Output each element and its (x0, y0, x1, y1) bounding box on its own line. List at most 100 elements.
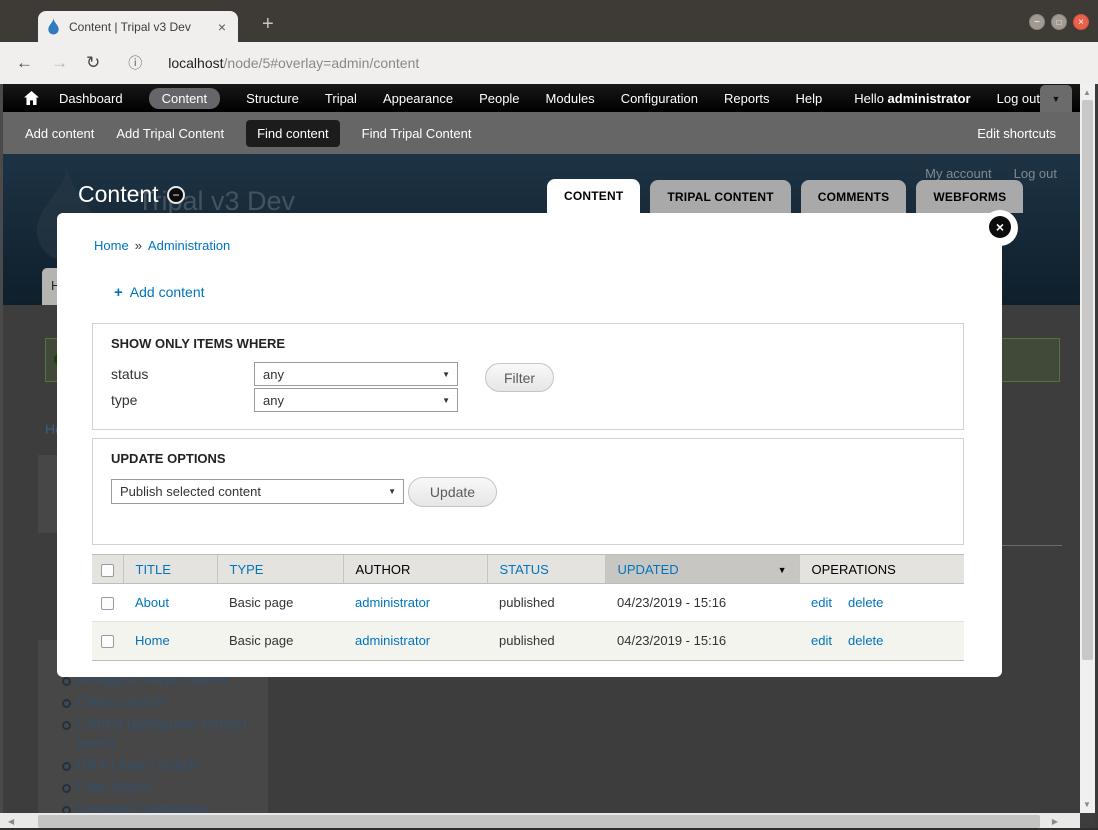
toolbar-item-configuration[interactable]: Configuration (621, 91, 698, 106)
window-minimize-button[interactable]: − (1029, 14, 1045, 30)
scroll-down-icon[interactable]: ▼ (1083, 800, 1091, 809)
delete-link[interactable]: delete (848, 633, 883, 648)
row-checkbox[interactable] (101, 597, 114, 610)
tab-close-icon[interactable]: × (214, 19, 230, 35)
node-type: Basic page (217, 584, 343, 622)
reload-icon[interactable]: ↻ (86, 53, 100, 73)
toolbar-item-appearance[interactable]: Appearance (383, 91, 453, 106)
overlay-tabs: CONTENT TRIPAL CONTENT COMMENTS WEBFORMS (547, 179, 1023, 213)
scroll-right-icon[interactable]: ▶ (1052, 817, 1058, 826)
type-label: type (111, 392, 137, 408)
drupal-favicon (46, 18, 61, 35)
window-left-edge (0, 84, 3, 830)
node-title-link[interactable]: About (135, 595, 169, 610)
toolbar-item-content[interactable]: Content (149, 88, 221, 109)
node-author-link[interactable]: administrator (355, 633, 430, 648)
breadcrumb: Home»Administration (94, 238, 230, 253)
horizontal-scrollbar-thumb[interactable] (38, 815, 1040, 828)
content-table: TITLE TYPE AUTHOR STATUS UPDATED▼ OPERAT… (92, 554, 964, 660)
update-options-legend: UPDATE OPTIONS (111, 451, 226, 466)
toolbar-item-people[interactable]: People (479, 91, 519, 106)
type-select[interactable]: any ▼ (254, 388, 458, 412)
chevron-down-icon: ▼ (442, 370, 450, 379)
filter-legend: SHOW ONLY ITEMS WHERE (111, 336, 285, 351)
tab-tripal-content[interactable]: TRIPAL CONTENT (650, 180, 790, 213)
back-icon[interactable]: ← (16, 53, 33, 73)
edit-link[interactable]: edit (811, 595, 832, 610)
node-type: Basic page (217, 622, 343, 660)
collapse-icon[interactable]: − (167, 186, 185, 204)
status-label: status (111, 366, 148, 382)
forward-icon[interactable]: → (51, 53, 68, 73)
toolbar-item-dashboard[interactable]: Dashboard (59, 91, 123, 106)
shortcut-find-tripal-content[interactable]: Find Tripal Content (362, 126, 472, 141)
username[interactable]: administrator (888, 91, 971, 106)
table-header-row: TITLE TYPE AUTHOR STATUS UPDATED▼ OPERAT… (92, 555, 964, 584)
list-item[interactable]: DNA Library Search (62, 756, 254, 775)
node-status: published (487, 584, 605, 622)
toolbar-item-tripal[interactable]: Tripal (325, 91, 357, 106)
chevron-down-icon: ▼ (388, 487, 396, 496)
window-maximize-button[interactable]: □ (1051, 14, 1067, 30)
list-item[interactable]: Contact Search (62, 693, 254, 712)
node-author-link[interactable]: administrator (355, 595, 430, 610)
breadcrumb-home-link[interactable]: Home (94, 238, 129, 253)
filter-fieldset: SHOW ONLY ITEMS WHERE status any ▼ type … (92, 323, 964, 430)
select-all-checkbox[interactable] (101, 564, 114, 577)
column-header-status[interactable]: STATUS (500, 562, 549, 577)
overlay-close-icon[interactable]: × (989, 216, 1011, 238)
edit-shortcuts-link[interactable]: Edit shortcuts (977, 126, 1056, 141)
toolbar-item-structure[interactable]: Structure (246, 91, 299, 106)
scroll-left-icon[interactable]: ◀ (8, 817, 14, 826)
column-header-type[interactable]: TYPE (230, 562, 264, 577)
node-updated: 04/23/2019 - 15:16 (605, 584, 799, 622)
column-header-author: AUTHOR (356, 562, 411, 577)
greeting-text: Hello administrator (854, 91, 970, 106)
new-tab-button[interactable]: + (262, 14, 274, 34)
sort-desc-icon[interactable]: ▼ (778, 565, 787, 575)
home-icon[interactable] (24, 91, 39, 105)
url-path: /node/5#overlay=admin/content (224, 55, 420, 71)
status-select[interactable]: any ▼ (254, 362, 458, 386)
delete-link[interactable]: delete (848, 595, 883, 610)
scroll-up-icon[interactable]: ▲ (1083, 88, 1091, 97)
add-content-action[interactable]: +Add content (114, 284, 205, 301)
row-checkbox[interactable] (101, 635, 114, 648)
update-button[interactable]: Update (408, 477, 497, 507)
screen: Content | Tripal v3 Dev × + − □ × ← → ↻ … (0, 0, 1098, 830)
toolbar-toggle-button[interactable]: ▼ (1040, 85, 1072, 113)
tab-content[interactable]: CONTENT (547, 179, 640, 213)
chevron-down-icon: ▼ (442, 396, 450, 405)
toolbar-logout-link[interactable]: Log out (997, 91, 1040, 106)
add-content-link[interactable]: Add content (130, 284, 205, 300)
list-item[interactable]: Cultivar (germplasm Variety) Search (62, 715, 254, 753)
tab-webforms[interactable]: WEBFORMS (916, 180, 1023, 213)
tab-comments[interactable]: COMMENTS (801, 180, 907, 213)
browser-tab[interactable]: Content | Tripal v3 Dev × (38, 11, 238, 42)
column-header-updated[interactable]: UPDATED (618, 562, 679, 577)
filter-button[interactable]: Filter (485, 363, 554, 392)
node-updated: 04/23/2019 - 15:16 (605, 622, 799, 660)
toolbar-item-help[interactable]: Help (796, 91, 823, 106)
shortcut-add-content[interactable]: Add content (25, 126, 94, 141)
toolbar-item-reports[interactable]: Reports (724, 91, 770, 106)
shortcut-add-tripal-content[interactable]: Add Tripal Content (116, 126, 224, 141)
update-action-select[interactable]: Publish selected content ▼ (111, 479, 404, 504)
column-header-title[interactable]: TITLE (136, 562, 171, 577)
window-close-button[interactable]: × (1073, 14, 1089, 30)
vertical-scrollbar[interactable]: ▲ ▼ (1080, 84, 1095, 813)
toolbar-item-modules[interactable]: Modules (546, 91, 595, 106)
shortcut-find-content[interactable]: Find content (246, 120, 340, 147)
overlay-panel: × Home»Administration +Add content SHOW … (57, 213, 1002, 677)
vertical-scrollbar-thumb[interactable] (1082, 100, 1093, 660)
edit-link[interactable]: edit (811, 633, 832, 648)
table-row: About Basic page administrator published… (92, 584, 964, 622)
background-search-list: Biological Sample Search Contact Search … (62, 671, 254, 822)
address-bar[interactable]: localhost/node/5#overlay=admin/content (168, 55, 419, 71)
page-info-icon[interactable]: ⓘ (128, 53, 142, 73)
list-item[interactable]: Gene Search (62, 778, 254, 797)
update-options-fieldset: UPDATE OPTIONS Publish selected content … (92, 438, 964, 545)
node-title-link[interactable]: Home (135, 633, 170, 648)
overlay-close-notch: × (982, 210, 1018, 246)
breadcrumb-administration-link[interactable]: Administration (148, 238, 230, 253)
